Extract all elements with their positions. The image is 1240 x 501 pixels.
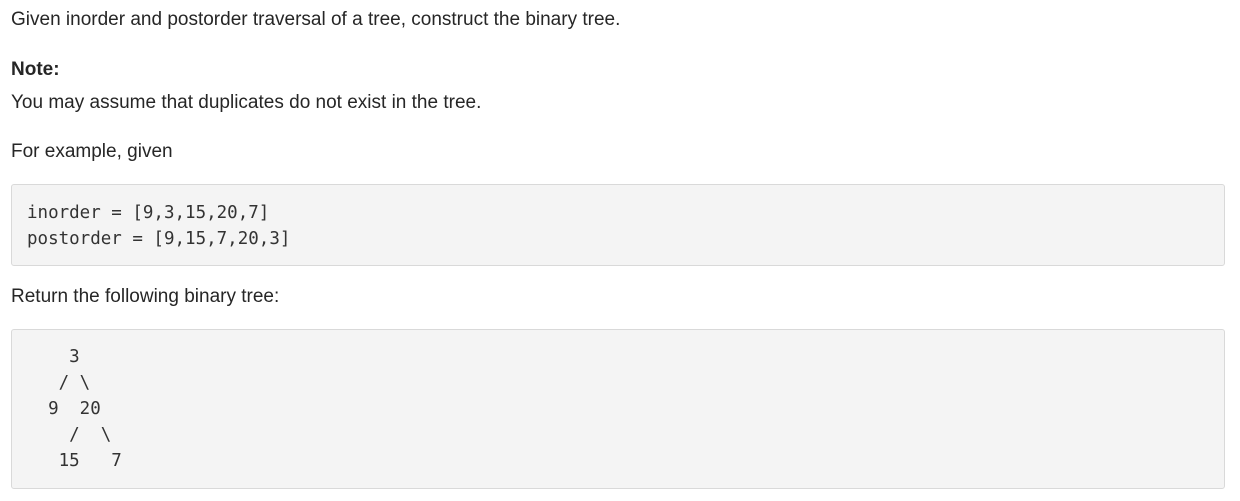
example-output-code-block: 3 / \ 9 20 / \ 15 7 (11, 329, 1225, 489)
problem-description: Given inorder and postorder traversal of… (11, 9, 621, 30)
example-input-code: inorder = [9,3,15,20,7] postorder = [9,1… (27, 203, 291, 249)
return-text: Return the following binary tree: (11, 286, 280, 307)
example-input-code-block: inorder = [9,3,15,20,7] postorder = [9,1… (11, 184, 1225, 266)
binary-tree-diagram: 3 / \ 9 20 / \ 15 7 (48, 347, 122, 471)
example-intro: For example, given (11, 141, 173, 162)
note-heading: Note: (11, 59, 60, 80)
note-text: You may assume that duplicates do not ex… (11, 92, 482, 113)
